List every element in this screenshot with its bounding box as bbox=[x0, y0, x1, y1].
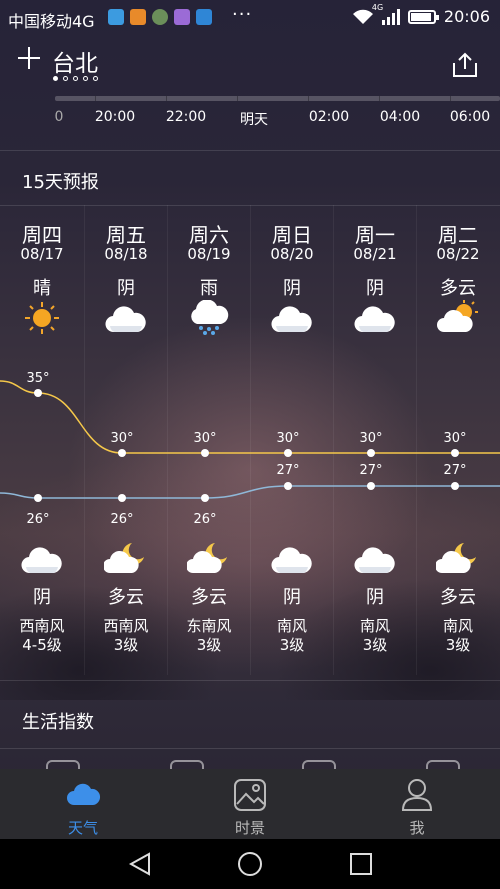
low-temp-point bbox=[284, 482, 292, 490]
app-notification-icon bbox=[152, 9, 168, 25]
high-temp-label: 30° bbox=[110, 431, 133, 446]
system-nav-bar bbox=[0, 839, 500, 889]
low-temp-point bbox=[451, 482, 459, 490]
hour-label: 02:00 bbox=[308, 109, 350, 125]
divider bbox=[0, 150, 500, 151]
page-dot bbox=[63, 76, 68, 81]
life-index-title: 生活指数 bbox=[22, 712, 94, 733]
network-badge: 4G bbox=[371, 2, 384, 12]
app-notification-icon bbox=[174, 9, 190, 25]
high-temp-point bbox=[118, 449, 126, 457]
tab-scenery[interactable]: 时景 bbox=[167, 769, 333, 839]
tab-label: 天气 bbox=[67, 819, 98, 837]
hourly-timeline[interactable] bbox=[55, 96, 500, 101]
hour-label: 0 bbox=[54, 109, 64, 125]
battery-icon bbox=[407, 9, 439, 24]
divider bbox=[0, 748, 500, 749]
forecast-title: 15天预报 bbox=[22, 172, 99, 193]
page-dot bbox=[53, 76, 58, 81]
photo-icon bbox=[234, 779, 266, 811]
tab-label: 时景 bbox=[234, 819, 265, 837]
low-temp-label: 26° bbox=[193, 512, 216, 527]
cloud-icon bbox=[67, 783, 101, 805]
app-notification-icon bbox=[108, 9, 124, 25]
high-temp-line bbox=[0, 380, 500, 454]
low-temp-point bbox=[118, 494, 126, 502]
hour-label: 22:00 bbox=[165, 109, 207, 125]
low-temp-label: 27° bbox=[359, 463, 382, 478]
tab-weather[interactable]: 天气 bbox=[0, 769, 166, 839]
high-temp-label: 30° bbox=[443, 431, 466, 446]
recents-icon[interactable] bbox=[348, 851, 374, 877]
high-temp-label: 30° bbox=[359, 431, 382, 446]
page-dot bbox=[93, 76, 98, 81]
hour-label: 04:00 bbox=[379, 109, 421, 125]
share-icon[interactable] bbox=[452, 52, 478, 78]
clock: 20:06 bbox=[443, 7, 490, 26]
high-temp-point bbox=[284, 449, 292, 457]
high-temp-point bbox=[451, 449, 459, 457]
high-temp-label: 30° bbox=[276, 431, 299, 446]
status-bar: 中国移动4G ··· 4G 20:06 bbox=[0, 0, 500, 34]
high-temp-point bbox=[34, 389, 42, 397]
low-temp-label: 26° bbox=[26, 512, 49, 527]
hour-label: 明天 bbox=[240, 112, 268, 128]
high-temp-point bbox=[367, 449, 375, 457]
temperature-chart: 35° 26° 30° 26° 30° 26° 30° 27° 30° 27° 30° 27° bbox=[0, 371, 500, 527]
low-temp-point bbox=[201, 494, 209, 502]
tab-label: 我 bbox=[409, 819, 425, 837]
person-icon bbox=[401, 779, 433, 811]
signal-icon: 4G bbox=[372, 3, 400, 25]
bottom-nav: 天气 时景 我 bbox=[0, 769, 500, 839]
high-temp-point bbox=[201, 449, 209, 457]
notification-icons bbox=[108, 9, 212, 25]
carrier-label: 中国移动4G bbox=[8, 12, 95, 31]
add-city-icon[interactable] bbox=[18, 47, 40, 69]
app-notification-icon bbox=[196, 9, 212, 25]
app-notification-icon bbox=[130, 9, 146, 25]
tab-me[interactable]: 我 bbox=[334, 769, 500, 839]
low-temp-label: 27° bbox=[276, 463, 299, 478]
back-icon[interactable] bbox=[127, 851, 153, 877]
city-name: 台北 bbox=[52, 51, 98, 77]
low-temp-label: 27° bbox=[443, 463, 466, 478]
high-temp-label: 35° bbox=[26, 371, 49, 386]
low-temp-line bbox=[0, 485, 500, 499]
page-dot bbox=[83, 76, 88, 81]
hourly-labels: 0 20:00 22:00 明天 02:00 04:00 06:00 bbox=[0, 109, 500, 129]
low-temp-label: 26° bbox=[110, 512, 133, 527]
divider bbox=[0, 680, 500, 681]
low-temp-point bbox=[34, 494, 42, 502]
page-dot bbox=[73, 76, 78, 81]
more-notifications-icon: ··· bbox=[232, 4, 253, 25]
home-icon[interactable] bbox=[237, 851, 263, 877]
hour-label: 20:00 bbox=[94, 109, 136, 125]
page-indicator bbox=[53, 76, 98, 81]
hour-label: 06:00 bbox=[449, 109, 491, 125]
high-temp-label: 30° bbox=[193, 431, 216, 446]
low-temp-point bbox=[367, 482, 375, 490]
wifi-icon bbox=[352, 9, 373, 24]
